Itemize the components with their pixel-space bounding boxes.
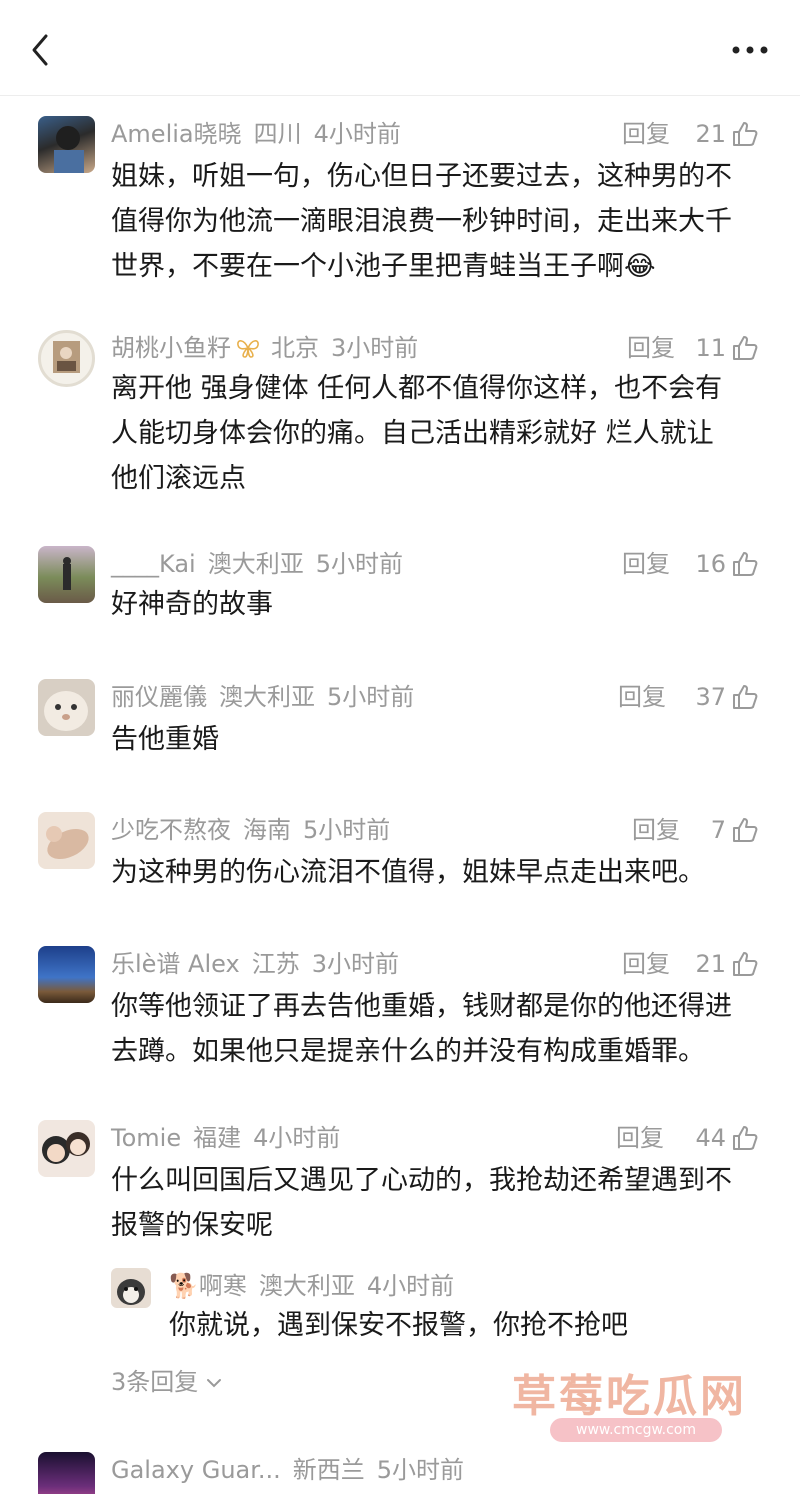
more-options-button[interactable] [730,38,770,62]
location: 江苏 [251,950,300,978]
reply-button[interactable]: 回复 [622,546,670,582]
thumbs-up-icon[interactable] [730,949,760,979]
location: 澳大利亚 [207,550,304,578]
timestamp: 3小时前 [311,950,399,978]
username[interactable]: 🐕啊寒 [169,1272,247,1300]
comment-meta: 胡桃小鱼籽 北京 3小时前 [111,330,430,366]
like-count: 11 [695,334,726,362]
comment-text: 什么叫回国后又遇见了心动的，我抢劫还希望遇到不 报警的保安呢 [111,1165,732,1241]
thumbs-up-icon[interactable] [730,333,760,363]
reply-button[interactable]: 回复 [616,1120,664,1156]
comment-text: 为这种男的伤心流泪不值得，姐妹早点走出来吧。 [111,857,705,888]
timestamp: 3小时前 [331,334,419,362]
comment-item: Amelia晓晓 四川 4小时前 回复 21 姐妹，听姐一句，伤心但日子还要过去，这… [0,116,800,286]
comment-meta: 少吃不熬夜 海南 5小时前 [111,812,402,848]
comment-item: Galaxy Guar... 新西兰 5小时前 [0,1452,800,1494]
comment-item: 少吃不熬夜 海南 5小时前 回复 7 为这种男的伤心流泪不值得，姐妹早点走出来吧。 [0,812,800,892]
location: 新西兰 [292,1456,365,1484]
timestamp: 4小时前 [253,1124,341,1152]
timestamp: 5小时前 [327,683,415,711]
avatar[interactable] [38,330,95,387]
timestamp: 5小时前 [376,1456,465,1484]
like-count: 21 [695,950,726,978]
like-count: 44 [695,1124,726,1152]
avatar[interactable] [38,116,95,173]
timestamp: 5小时前 [303,816,391,844]
comment-text: 好神奇的故事 [111,589,273,620]
thumbs-up-icon[interactable] [730,119,760,149]
location: 海南 [243,816,291,844]
avatar[interactable] [38,1452,95,1494]
avatar[interactable] [38,946,95,1003]
comment-item: 胡桃小鱼籽 北京 3小时前 回复 11 离开他 强身健体 任何人都不值得你这样，也不… [0,330,800,500]
back-button[interactable] [24,30,60,70]
thumbs-up-icon[interactable] [730,815,760,845]
comment-meta: 乐lè谱 Alex 江苏 3小时前 [111,946,411,982]
top-bar [0,0,800,96]
username[interactable]: 乐lè谱 Alex [111,950,240,978]
username[interactable]: 胡桃小鱼籽 [111,334,231,362]
location: 澳大利亚 [258,1272,355,1300]
username[interactable]: 少吃不熬夜 [111,816,231,844]
like-count: 16 [695,550,726,578]
avatar[interactable] [38,1120,95,1177]
sub-reply-text: 你就说，遇到保安不报警，你抢不抢吧 [169,1310,628,1341]
more-dots-icon [732,46,768,54]
comment-meta: Tomie 福建 4小时前 [111,1120,352,1156]
comment-meta: 丽仪麗儀 澳大利亚 5小时前 [111,679,426,715]
comment-text: 你等他领证了再去告他重婚，钱财都是你的他还得进 去蹲。如果他只是提亲什么的并没有… [111,991,732,1067]
username[interactable]: Tomie [111,1124,181,1152]
comment-text: 姐妹，听姐一句，伤心但日子还要过去，这种男的不 值得你为他流一滴眼泪浪费一秒钟时… [111,161,732,282]
comment-meta: Amelia晓晓 四川 4小时前 [111,116,413,152]
chevron-down-icon [206,1379,221,1388]
watermark-logo-text: 草莓吃瓜网 [512,1371,747,1422]
thumbs-up-icon[interactable] [730,682,760,712]
thumbs-up-icon[interactable] [730,549,760,579]
like-count: 37 [695,683,726,711]
avatar[interactable] [38,812,95,869]
comment-text: 离开他 强身健体 任何人都不值得你这样，也不会有 人能切身体会你的痛。自己活出精… [111,373,723,494]
comment-item: ____Kai 澳大利亚 5小时前 回复 16 好神奇的故事 [0,546,800,626]
reply-button[interactable]: 回复 [627,330,675,366]
watermark-url: www.cmcgw.com [550,1418,722,1442]
username[interactable]: ____Kai [111,550,196,578]
like-count: 21 [695,120,726,148]
thumbs-up-icon[interactable] [730,1123,760,1153]
reply-button[interactable]: 回复 [622,946,670,982]
reply-button[interactable]: 回复 [622,116,670,152]
comment-meta: Galaxy Guar... 新西兰 5小时前 [111,1452,476,1488]
comment-item: 丽仪麗儀 澳大利亚 5小时前 回复 37 告他重婚 [0,679,800,759]
watermark: 草莓吃瓜网 www.cmcgw.com [512,1360,762,1450]
comment-item: 乐lè谱 Alex 江苏 3小时前 回复 21 你等他领证了再去告他重婚，钱财都是你… [0,946,800,1071]
chevron-left-icon [32,34,48,66]
sub-reply-meta: 🐕啊寒 澳大利亚 4小时前 [169,1268,466,1304]
sub-reply: 🐕啊寒 澳大利亚 4小时前 你就说，遇到保安不报警，你抢不抢吧 [111,1268,771,1348]
timestamp: 4小时前 [366,1272,455,1300]
comment-text: 告他重婚 [111,724,219,755]
location: 福建 [193,1124,242,1152]
butterfly-badge-icon [237,340,259,358]
location: 北京 [271,334,319,362]
location: 四川 [253,120,302,148]
view-more-replies-button[interactable]: 3条回复 [111,1364,222,1400]
timestamp: 4小时前 [313,120,401,148]
comment-meta: ____Kai 澳大利亚 5小时前 [111,546,415,582]
like-count: 7 [710,816,726,844]
avatar[interactable] [111,1268,151,1308]
username[interactable]: Galaxy Guar... [111,1456,281,1484]
username[interactable]: Amelia晓晓 [111,120,242,148]
avatar[interactable] [38,679,95,736]
avatar[interactable] [38,546,95,603]
timestamp: 5小时前 [315,550,403,578]
username[interactable]: 丽仪麗儀 [111,683,207,711]
reply-button[interactable]: 回复 [618,679,666,715]
location: 澳大利亚 [219,683,315,711]
reply-button[interactable]: 回复 [632,812,680,848]
